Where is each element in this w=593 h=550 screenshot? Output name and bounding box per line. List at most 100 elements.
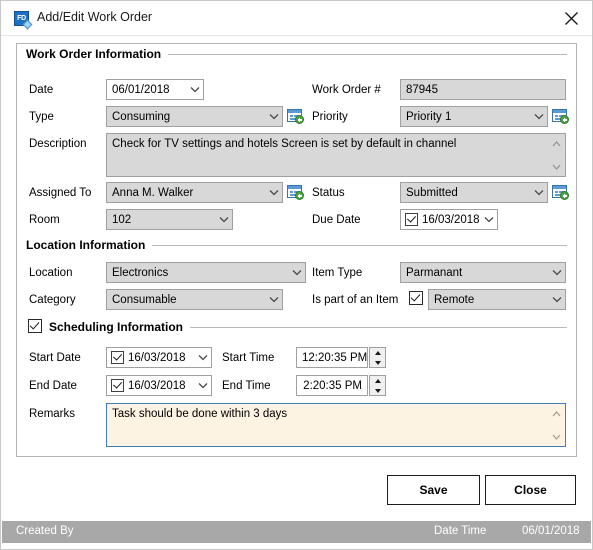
- start-time-field[interactable]: 12:20:35 PM: [296, 347, 368, 368]
- app-icon: FD: [14, 11, 29, 26]
- status-created-by: Created By: [16, 525, 74, 537]
- chevron-down-icon: [548, 269, 565, 276]
- is-part-of-item-value: Remote: [434, 293, 475, 306]
- status-combobox[interactable]: Submitted: [400, 182, 548, 203]
- spinner-down-icon[interactable]: [370, 386, 385, 395]
- group-work-order-information: Work Order Information: [26, 47, 567, 61]
- description-scrollbar[interactable]: [549, 135, 564, 175]
- label-room: Room: [29, 214, 60, 226]
- is-part-of-item-combobox[interactable]: Remote: [428, 289, 566, 310]
- end-time-value: 2:20:35 PM: [303, 379, 362, 392]
- end-time-spinner[interactable]: [369, 375, 386, 396]
- group-title-scheduling: Scheduling Information: [49, 320, 183, 334]
- type-combobox[interactable]: Consuming: [106, 106, 283, 127]
- room-value: 102: [112, 213, 132, 226]
- spinner-up-icon[interactable]: [370, 348, 385, 357]
- location-combobox[interactable]: Electronics: [106, 262, 306, 283]
- category-value: Consumable: [112, 293, 177, 306]
- work-order-number-value: 87945: [406, 83, 438, 96]
- close-icon[interactable]: [558, 7, 584, 29]
- due-date-value: 16/03/2018: [422, 213, 480, 226]
- category-combobox[interactable]: Consumable: [106, 289, 283, 310]
- end-date-picker[interactable]: 16/03/2018: [106, 375, 212, 396]
- add-type-lookup-icon[interactable]: [287, 109, 304, 124]
- group-rule: [190, 326, 567, 328]
- form-area: Work Order Information Date 06/01/2018 W…: [1, 35, 592, 463]
- spinner-down-icon[interactable]: [370, 358, 385, 367]
- label-assigned-to: Assigned To: [29, 187, 92, 199]
- due-date-checkbox[interactable]: [405, 213, 418, 226]
- end-date-checkbox[interactable]: [111, 379, 124, 392]
- close-button[interactable]: Close: [485, 475, 576, 505]
- chevron-down-icon: [215, 216, 232, 223]
- date-value: 06/01/2018: [112, 83, 170, 96]
- item-type-combobox[interactable]: Parmanant: [400, 262, 566, 283]
- end-time-field[interactable]: 2:20:35 PM: [296, 375, 368, 396]
- room-combobox[interactable]: 102: [106, 209, 233, 230]
- label-is-part-of-item: Is part of an Item: [312, 294, 399, 306]
- remarks-textarea[interactable]: Task should be done within 3 days: [106, 403, 566, 447]
- label-priority: Priority: [312, 111, 348, 123]
- chevron-down-icon: [194, 382, 211, 389]
- scroll-down-icon[interactable]: [549, 430, 564, 443]
- chevron-down-icon: [548, 296, 565, 303]
- label-category: Category: [29, 294, 76, 306]
- chevron-down-icon: [530, 189, 547, 196]
- assigned-to-combobox[interactable]: Anna M. Walker: [106, 182, 283, 203]
- add-priority-lookup-icon[interactable]: [552, 109, 569, 124]
- chevron-down-icon: [265, 189, 282, 196]
- chevron-down-icon: [186, 86, 203, 93]
- chevron-down-icon: [265, 296, 282, 303]
- label-location: Location: [29, 267, 73, 279]
- description-value: Check for TV settings and hotels Screen …: [112, 138, 457, 150]
- label-item-type: Item Type: [312, 267, 363, 279]
- status-date-time-value: 06/01/2018: [522, 525, 580, 537]
- group-title-work-order: Work Order Information: [26, 47, 162, 61]
- group-scheduling-information: Scheduling Information: [49, 320, 567, 334]
- chevron-down-icon: [194, 354, 211, 361]
- location-value: Electronics: [112, 266, 169, 279]
- is-part-of-item-checkbox[interactable]: [409, 291, 423, 305]
- date-picker[interactable]: 06/01/2018: [106, 79, 204, 100]
- start-time-value: 12:20:35 PM: [302, 351, 367, 364]
- label-type: Type: [29, 111, 54, 123]
- group-title-location: Location Information: [26, 238, 146, 252]
- remarks-scrollbar[interactable]: [549, 405, 564, 445]
- chevron-down-icon: [265, 113, 282, 120]
- end-date-value: 16/03/2018: [128, 379, 186, 392]
- label-description: Description: [29, 138, 87, 150]
- status-bar: Created By Date Time 06/01/2018: [2, 521, 591, 543]
- status-value: Submitted: [406, 186, 458, 199]
- add-assigned-to-lookup-icon[interactable]: [287, 185, 304, 200]
- group-rule: [168, 53, 567, 55]
- label-due-date: Due Date: [312, 214, 361, 226]
- label-work-order-number: Work Order #: [312, 84, 381, 96]
- priority-value: Priority 1: [406, 110, 452, 123]
- label-status: Status: [312, 187, 345, 199]
- description-textarea[interactable]: Check for TV settings and hotels Screen …: [106, 133, 566, 177]
- start-time-spinner[interactable]: [369, 347, 386, 368]
- scroll-up-icon[interactable]: [549, 407, 564, 420]
- save-button[interactable]: Save: [387, 475, 480, 505]
- remarks-value: Task should be done within 3 days: [112, 408, 288, 420]
- label-start-time: Start Time: [222, 352, 275, 364]
- label-end-time: End Time: [222, 380, 271, 392]
- scheduling-information-checkbox[interactable]: [28, 319, 42, 333]
- due-date-picker[interactable]: 16/03/2018: [400, 209, 498, 230]
- chevron-down-icon: [288, 269, 305, 276]
- spinner-up-icon[interactable]: [370, 376, 385, 385]
- start-date-picker[interactable]: 16/03/2018: [106, 347, 212, 368]
- scroll-down-icon[interactable]: [549, 160, 564, 173]
- scroll-up-icon[interactable]: [549, 137, 564, 150]
- label-end-date: End Date: [29, 380, 77, 392]
- label-remarks: Remarks: [29, 408, 76, 420]
- add-edit-work-order-window: FD Add/Edit Work Order Work Order Inform…: [0, 0, 593, 550]
- status-date-time-label: Date Time: [434, 525, 487, 537]
- label-date: Date: [29, 84, 54, 96]
- start-date-checkbox[interactable]: [111, 351, 124, 364]
- assigned-to-value: Anna M. Walker: [112, 186, 194, 199]
- priority-combobox[interactable]: Priority 1: [400, 106, 548, 127]
- work-order-number-field[interactable]: 87945: [400, 79, 566, 100]
- start-date-value: 16/03/2018: [128, 351, 186, 364]
- add-status-lookup-icon[interactable]: [552, 185, 569, 200]
